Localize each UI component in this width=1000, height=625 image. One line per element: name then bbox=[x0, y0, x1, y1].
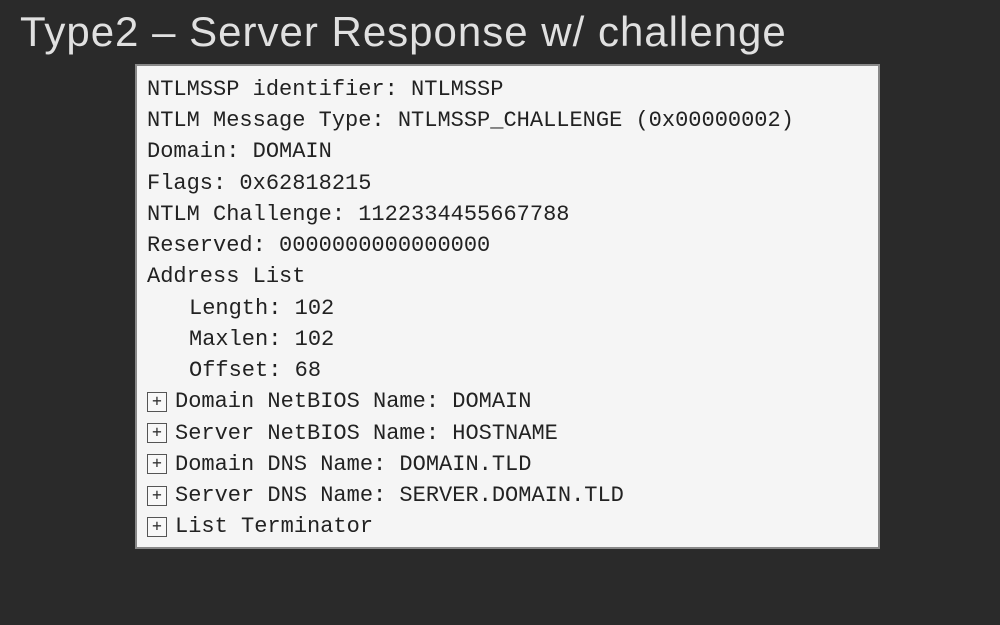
expand-icon[interactable]: + bbox=[147, 423, 167, 443]
row-domain-dns: + Domain DNS Name: DOMAIN.TLD bbox=[147, 449, 874, 480]
row-server-dns: + Server DNS Name: SERVER.DOMAIN.TLD bbox=[147, 480, 874, 511]
expand-icon[interactable]: + bbox=[147, 392, 167, 412]
slide-title: Type2 – Server Response w/ challenge bbox=[0, 0, 1000, 64]
expand-icon[interactable]: + bbox=[147, 517, 167, 537]
field-ntlmssp-identifier: NTLMSSP identifier: NTLMSSP bbox=[147, 74, 874, 105]
row-domain-netbios: + Domain NetBIOS Name: DOMAIN bbox=[147, 386, 874, 417]
field-server-netbios: Server NetBIOS Name: HOSTNAME bbox=[175, 418, 558, 449]
field-address-list: Address List bbox=[147, 261, 874, 292]
field-list-terminator: List Terminator bbox=[175, 511, 373, 542]
field-maxlen: Maxlen: 102 bbox=[147, 324, 874, 355]
field-domain-netbios: Domain NetBIOS Name: DOMAIN bbox=[175, 386, 531, 417]
row-server-netbios: + Server NetBIOS Name: HOSTNAME bbox=[147, 418, 874, 449]
field-offset: Offset: 68 bbox=[147, 355, 874, 386]
expand-icon[interactable]: + bbox=[147, 454, 167, 474]
field-ntlm-message-type: NTLM Message Type: NTLMSSP_CHALLENGE (0x… bbox=[147, 105, 874, 136]
field-flags: Flags: 0x62818215 bbox=[147, 168, 874, 199]
field-domain: Domain: DOMAIN bbox=[147, 136, 874, 167]
packet-detail-panel: NTLMSSP identifier: NTLMSSP NTLM Message… bbox=[135, 64, 880, 549]
expand-icon[interactable]: + bbox=[147, 486, 167, 506]
row-list-terminator: + List Terminator bbox=[147, 511, 874, 542]
field-ntlm-challenge: NTLM Challenge: 1122334455667788 bbox=[147, 199, 874, 230]
field-length: Length: 102 bbox=[147, 293, 874, 324]
field-domain-dns: Domain DNS Name: DOMAIN.TLD bbox=[175, 449, 531, 480]
field-server-dns: Server DNS Name: SERVER.DOMAIN.TLD bbox=[175, 480, 624, 511]
field-reserved: Reserved: 0000000000000000 bbox=[147, 230, 874, 261]
